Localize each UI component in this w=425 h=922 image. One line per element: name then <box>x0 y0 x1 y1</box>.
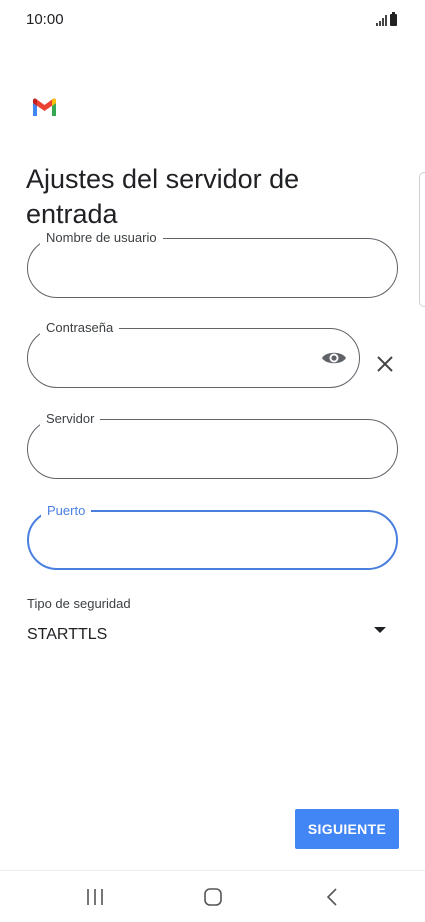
username-field[interactable]: Nombre de usuario <box>27 230 398 298</box>
password-input[interactable] <box>46 345 320 373</box>
port-field[interactable]: Puerto <box>27 503 398 570</box>
port-input[interactable] <box>47 528 321 556</box>
close-icon[interactable] <box>375 354 395 374</box>
security-type-dropdown[interactable]: STARTTLS <box>27 618 392 654</box>
scroll-handle[interactable] <box>419 172 425 307</box>
security-type-value: STARTTLS <box>27 626 108 643</box>
port-label: Puerto <box>41 503 92 519</box>
status-bar: 10:00 <box>0 0 425 40</box>
status-icons <box>376 12 397 26</box>
server-label: Servidor <box>40 411 101 427</box>
password-label: Contraseña <box>40 320 120 336</box>
status-time: 10:00 <box>26 11 64 28</box>
server-input[interactable] <box>46 436 320 464</box>
gmail-logo-icon <box>33 98 56 116</box>
eye-icon[interactable] <box>321 348 347 368</box>
battery-icon <box>390 12 397 26</box>
recent-apps-icon[interactable] <box>83 887 107 907</box>
dropdown-arrow-icon <box>374 627 386 633</box>
password-field[interactable]: Contraseña <box>27 320 360 388</box>
username-input[interactable] <box>46 255 320 283</box>
navigation-bar <box>0 870 425 922</box>
security-type-label: Tipo de seguridad <box>27 596 131 611</box>
server-field[interactable]: Servidor <box>27 411 398 479</box>
signal-icon <box>376 14 387 26</box>
username-label: Nombre de usuario <box>40 230 163 246</box>
back-icon[interactable] <box>321 887 345 907</box>
page-title: Ajustes del servidor de entrada <box>26 164 300 230</box>
next-button[interactable]: SIGUIENTE <box>295 809 399 849</box>
home-icon[interactable] <box>201 887 225 907</box>
